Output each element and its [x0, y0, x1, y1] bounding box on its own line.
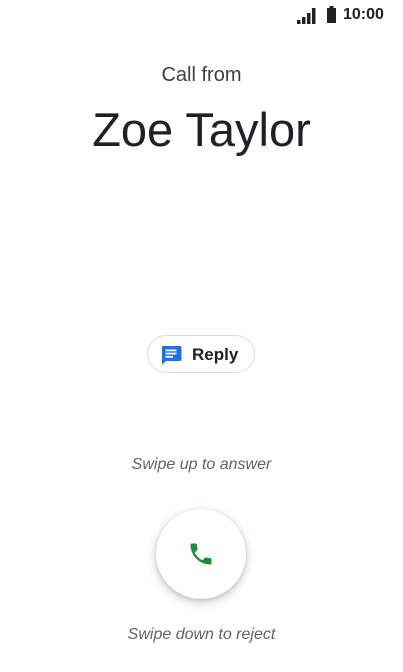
swipe-up-hint: Swipe up to answer: [131, 456, 272, 473]
status-bar: 10:00: [0, 0, 403, 32]
reply-label: Reply: [192, 345, 239, 364]
answer-call-button[interactable]: [156, 509, 246, 599]
call-from-label: Call from: [161, 64, 242, 86]
caller-name: Zoe Taylor: [92, 103, 311, 156]
cell-signal-icon: [297, 8, 316, 24]
phone-icon: [190, 543, 212, 565]
message-icon: [162, 346, 182, 365]
battery-full-icon: [327, 6, 336, 23]
status-time: 10:00: [343, 6, 384, 23]
swipe-down-hint: Swipe down to reject: [127, 626, 276, 643]
incoming-call-screen: 10:00 Call from Zoe Taylor Reply Swipe u…: [0, 0, 403, 672]
reply-button[interactable]: Reply: [147, 335, 255, 373]
